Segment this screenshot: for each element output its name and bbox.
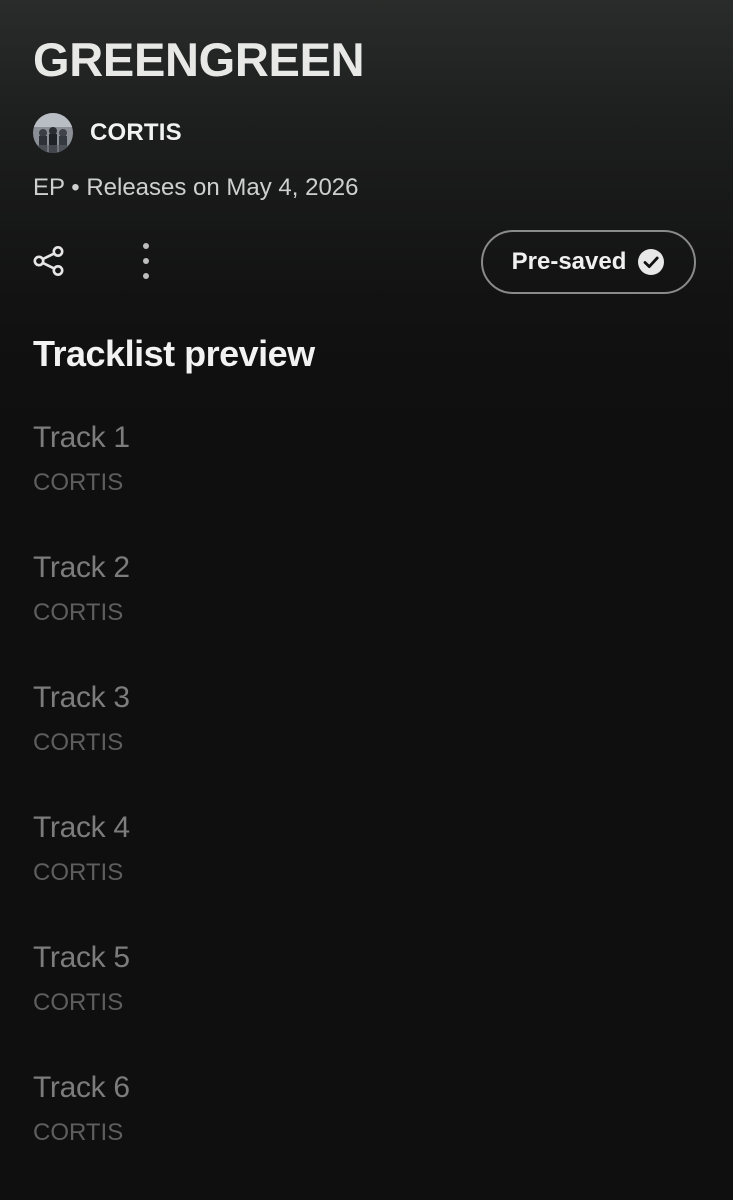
more-vertical-icon [141,241,151,286]
action-bar: Pre-saved [0,228,733,300]
artist-avatar[interactable] [33,113,73,153]
share-button[interactable] [30,244,68,282]
share-icon [32,244,66,283]
tracklist-preview-heading: Tracklist preview [33,333,315,374]
track-title: Track 1 [33,421,130,454]
track-row[interactable]: Track 6 CORTIS [33,1068,693,1198]
pre-saved-button[interactable]: Pre-saved [481,230,696,294]
artist-row[interactable]: CORTIS [33,112,182,154]
artist-name[interactable]: CORTIS [90,119,182,147]
pre-saved-label: Pre-saved [511,248,627,275]
track-row[interactable]: Track 3 CORTIS [33,678,693,808]
track-title: Track 3 [33,681,130,714]
track-title: Track 4 [33,811,130,844]
track-row[interactable]: Track 5 CORTIS [33,938,693,1068]
track-row[interactable]: Track 4 CORTIS [33,808,693,938]
track-title: Track 6 [33,1071,130,1104]
track-artist: CORTIS [33,599,124,626]
check-circle-icon [637,248,665,276]
track-artist: CORTIS [33,469,124,496]
track-artist: CORTIS [33,989,124,1016]
track-title: Track 5 [33,941,130,974]
track-artist: CORTIS [33,1119,124,1146]
track-row[interactable]: Track 2 CORTIS [33,548,693,678]
track-artist: CORTIS [33,859,124,886]
track-title: Track 2 [33,551,130,584]
tracklist: Track 1 CORTIS Track 2 CORTIS Track 3 CO… [33,418,693,1198]
track-artist: CORTIS [33,729,124,756]
release-info: EP • Releases on May 4, 2026 [33,174,359,201]
album-title: GREENGREEN [33,33,365,86]
album-page: GREENGREEN CORTIS EP • Releases on May 4… [0,0,733,1200]
more-options-button[interactable] [130,240,162,286]
track-row[interactable]: Track 1 CORTIS [33,418,693,548]
